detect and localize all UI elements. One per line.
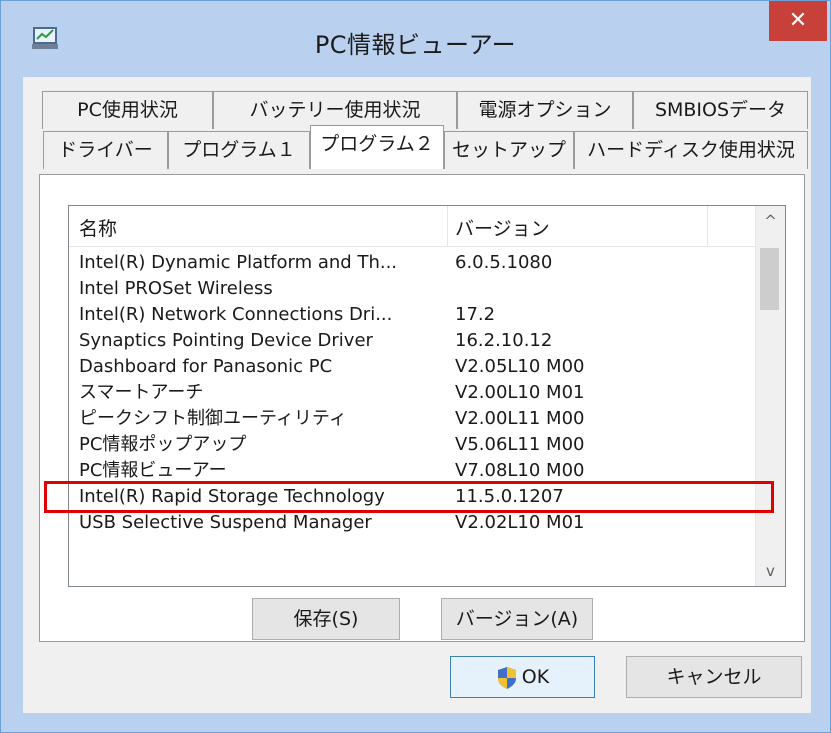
- ok-button[interactable]: OK: [450, 656, 595, 698]
- list-item[interactable]: USB Selective Suspend Manager V2.02L10 M0…: [69, 510, 756, 536]
- title-bar[interactable]: PC情報ビューアー ✕: [1, 1, 830, 77]
- tab-panel-program-2: 名称 バージョン Intel(R) Dynamic Platform and T…: [39, 174, 805, 642]
- scrollbar-thumb[interactable]: [760, 248, 779, 310]
- vertical-scrollbar[interactable]: ^ v: [755, 206, 785, 586]
- version-button[interactable]: バージョン(A): [441, 598, 593, 640]
- program-list[interactable]: 名称 バージョン Intel(R) Dynamic Platform and T…: [68, 205, 786, 587]
- tab-battery-usage[interactable]: バッテリー使用状況: [213, 91, 457, 129]
- list-item[interactable]: PC情報ポップアップ V5.06L11 M00: [69, 432, 756, 458]
- column-divider[interactable]: [447, 206, 448, 246]
- scroll-down-arrow-icon[interactable]: v: [756, 556, 785, 586]
- close-button[interactable]: ✕: [769, 1, 827, 41]
- list-item[interactable]: Intel PROSet Wireless: [69, 276, 756, 302]
- program-name: PC情報ポップアップ: [79, 434, 247, 455]
- program-name: USB Selective Suspend Manager: [79, 512, 372, 533]
- program-name: Intel(R) Dynamic Platform and Th...: [79, 252, 398, 273]
- cancel-button[interactable]: キャンセル: [626, 656, 802, 698]
- list-header: 名称 バージョン: [69, 206, 756, 247]
- shield-icon: [497, 666, 516, 689]
- program-version: 6.0.5.1080: [455, 252, 553, 273]
- program-version: V2.00L11 M00: [455, 408, 585, 429]
- tab-driver[interactable]: ドライバー: [43, 131, 168, 169]
- program-name: Synaptics Pointing Device Driver: [79, 330, 373, 351]
- program-version: 16.2.10.12: [455, 330, 553, 351]
- ok-label: OK: [521, 666, 550, 688]
- program-version: V2.00L10 M01: [455, 382, 585, 403]
- list-item[interactable]: ピークシフト制御ユーティリティ V2.00L11 M00: [69, 406, 756, 432]
- tab-setup[interactable]: セットアップ: [444, 131, 574, 169]
- program-name: Intel(R) Network Connections Dri...: [79, 304, 393, 325]
- list-item[interactable]: Intel(R) Network Connections Dri... 17.2: [69, 302, 756, 328]
- tab-power-options[interactable]: 電源オプション: [457, 91, 633, 129]
- pc-info-viewer-window: PC情報ビューアー ✕ PC使用状況 バッテリー使用状況 電源オプション SMB…: [0, 0, 831, 733]
- program-version: V2.05L10 M00: [455, 356, 585, 377]
- tab-program-1[interactable]: プログラム１: [168, 131, 310, 169]
- window-title: PC情報ビューアー: [314, 31, 517, 59]
- column-header-version[interactable]: バージョン: [455, 214, 550, 241]
- list-item[interactable]: スマートアーチ V2.00L10 M01: [69, 380, 756, 406]
- column-divider[interactable]: [707, 206, 708, 246]
- column-header-name[interactable]: 名称: [79, 214, 117, 241]
- tab-smbios-data[interactable]: SMBIOSデータ: [633, 91, 808, 129]
- tab-pc-usage[interactable]: PC使用状況: [42, 91, 213, 129]
- program-version: V5.06L11 M00: [455, 434, 585, 455]
- tab-hard-disk-usage[interactable]: ハードディスク使用状況: [574, 131, 808, 169]
- program-version: V2.02L10 M01: [455, 512, 585, 533]
- highlight-box: [44, 481, 774, 513]
- program-version: 17.2: [455, 304, 496, 325]
- program-name: Intel PROSet Wireless: [79, 278, 273, 299]
- program-name: スマートアーチ: [79, 382, 204, 403]
- scroll-up-arrow-icon[interactable]: ^: [756, 206, 785, 236]
- dialog-client-area: PC使用状況 バッテリー使用状況 電源オプション SMBIOSデータ ドライバー…: [23, 77, 811, 713]
- list-item[interactable]: Synaptics Pointing Device Driver 16.2.10.…: [69, 328, 756, 354]
- program-name: ピークシフト制御ユーティリティ: [79, 408, 347, 429]
- program-name: Dashboard for Panasonic PC: [79, 356, 333, 377]
- list-item[interactable]: Dashboard for Panasonic PC V2.05L10 M00: [69, 354, 756, 380]
- tab-program-2[interactable]: プログラム２: [310, 125, 444, 169]
- save-button[interactable]: 保存(S): [252, 598, 400, 640]
- list-item[interactable]: Intel(R) Dynamic Platform and Th... 6.0.5…: [69, 250, 756, 276]
